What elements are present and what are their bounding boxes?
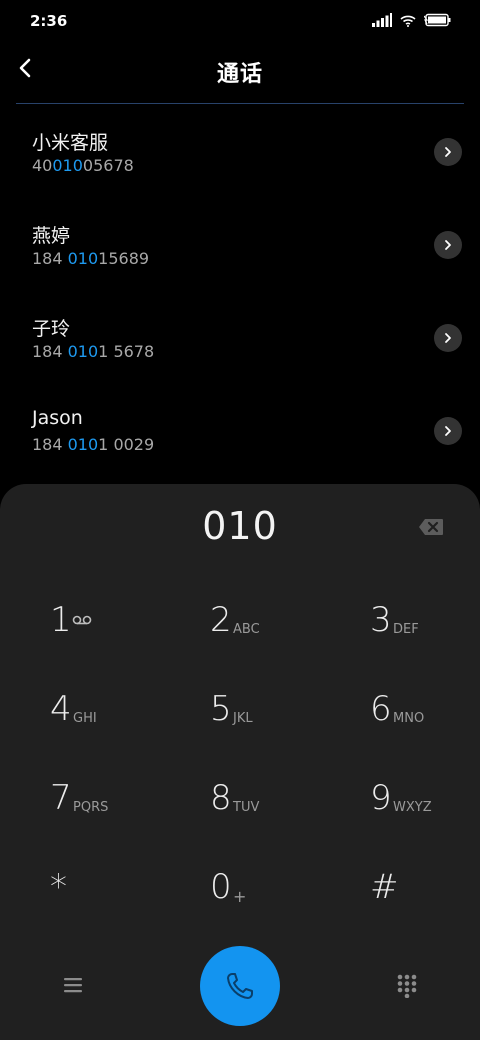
key-digit: 2 bbox=[210, 600, 232, 640]
dialpad-toggle-button[interactable] bbox=[396, 974, 418, 999]
contact-detail-button[interactable] bbox=[434, 324, 462, 352]
dialpad-icon bbox=[397, 974, 417, 999]
contact-item[interactable]: 燕婷 184 01015689 bbox=[0, 197, 480, 290]
contact-detail-button[interactable] bbox=[434, 138, 462, 166]
key-letters: TUV bbox=[233, 800, 260, 815]
signal-icon bbox=[372, 12, 392, 31]
battery-charging-icon bbox=[423, 12, 452, 31]
number-match-highlight: 010 bbox=[52, 156, 83, 175]
dialed-number-display: 010 bbox=[202, 504, 278, 548]
key-letters: GHI bbox=[73, 711, 97, 726]
key-digit: 4 bbox=[50, 689, 72, 729]
key-3[interactable]: 3 DEF bbox=[370, 600, 480, 660]
key-hash[interactable]: # bbox=[370, 867, 480, 927]
key-digit: 7 bbox=[50, 778, 72, 818]
key-digit: 6 bbox=[370, 689, 392, 729]
key-digit: 5 bbox=[210, 689, 232, 729]
key-4[interactable]: 4 GHI bbox=[50, 689, 170, 749]
contact-number: 184 01015689 bbox=[32, 249, 150, 268]
key-letters: + bbox=[233, 887, 247, 906]
chevron-right-icon bbox=[445, 333, 451, 343]
key-1[interactable]: 1 bbox=[50, 600, 170, 660]
phone-icon bbox=[227, 973, 253, 999]
key-digit: 9 bbox=[370, 778, 392, 818]
wifi-icon bbox=[400, 12, 416, 31]
number-match-highlight: 010 bbox=[67, 435, 99, 454]
key-letters: MNO bbox=[393, 711, 425, 726]
contact-detail-button[interactable] bbox=[434, 231, 462, 259]
bottom-bar bbox=[0, 946, 480, 1040]
key-2[interactable]: 2 ABC bbox=[210, 600, 330, 660]
key-star[interactable]: * bbox=[50, 867, 170, 927]
status-time: 2:36 bbox=[30, 12, 68, 30]
key-6[interactable]: 6 MNO bbox=[370, 689, 480, 749]
key-letters: DEF bbox=[393, 622, 419, 637]
key-letters: ABC bbox=[233, 622, 260, 637]
key-digit: 8 bbox=[210, 778, 232, 818]
page-title: 通话 bbox=[216, 62, 263, 87]
status-icons bbox=[372, 12, 452, 31]
key-digit: 1 bbox=[50, 600, 72, 640]
contact-item[interactable]: Jason 184 0101 0029 bbox=[0, 383, 480, 476]
key-5[interactable]: 5 JKL bbox=[210, 689, 330, 749]
contact-detail-button[interactable] bbox=[434, 417, 462, 445]
menu-icon bbox=[64, 978, 82, 993]
key-letters: PQRS bbox=[73, 800, 109, 815]
key-8[interactable]: 8 TUV bbox=[210, 778, 330, 838]
chevron-right-icon bbox=[445, 147, 451, 157]
key-letters: JKL bbox=[233, 711, 253, 726]
key-9[interactable]: 9 WXYZ bbox=[370, 778, 480, 838]
number-match-highlight: 010 bbox=[67, 249, 99, 268]
contact-number: 184 0101 5678 bbox=[32, 342, 155, 361]
chevron-right-icon bbox=[445, 240, 451, 250]
contact-name: 燕婷 bbox=[32, 225, 71, 247]
status-bar: 2:36 bbox=[0, 0, 480, 44]
header: 通话 bbox=[0, 44, 480, 104]
contact-name: 小米客服 bbox=[32, 132, 109, 154]
key-digit: 3 bbox=[370, 600, 392, 640]
contact-item[interactable]: 小米客服 4001005678 bbox=[0, 104, 480, 197]
key-digit: * bbox=[50, 867, 67, 907]
key-0[interactable]: 0 + bbox=[210, 867, 330, 927]
contact-item[interactable]: 子玲 184 0101 5678 bbox=[0, 290, 480, 383]
menu-button[interactable] bbox=[62, 974, 84, 996]
voicemail-icon bbox=[72, 614, 92, 630]
backspace-button[interactable] bbox=[418, 518, 444, 536]
contact-number: 184 0101 0029 bbox=[32, 435, 155, 454]
chevron-right-icon bbox=[445, 426, 451, 436]
backspace-icon bbox=[419, 519, 443, 535]
contact-list: 小米客服 4001005678 燕婷 184 01015689 子玲 184 0… bbox=[0, 104, 480, 476]
key-digit: # bbox=[370, 867, 399, 907]
key-7[interactable]: 7 PQRS bbox=[50, 778, 170, 838]
contact-name: Jason bbox=[32, 407, 83, 429]
call-button[interactable] bbox=[200, 946, 280, 1026]
contact-name: 子玲 bbox=[32, 318, 71, 340]
number-match-highlight: 010 bbox=[67, 342, 99, 361]
contact-number: 4001005678 bbox=[32, 156, 134, 175]
key-digit: 0 bbox=[210, 867, 232, 907]
key-letters: WXYZ bbox=[393, 800, 432, 815]
